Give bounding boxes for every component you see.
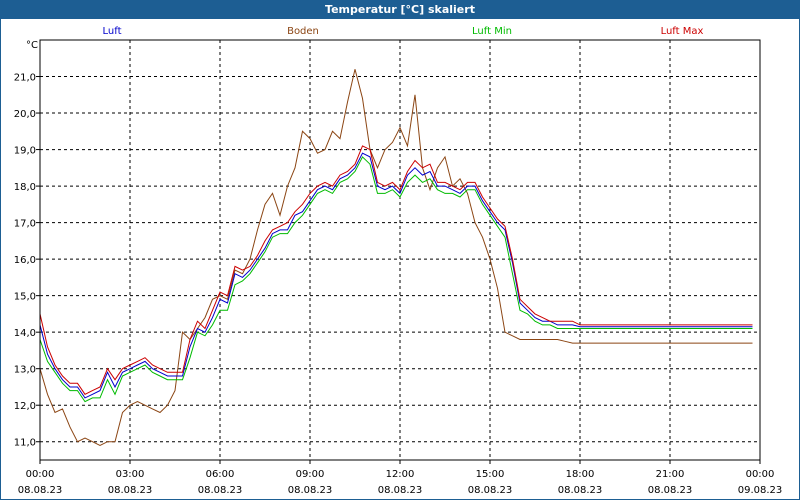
legend-item-luft-min: Luft Min bbox=[472, 26, 512, 37]
x-tick-date: 08.08.23 bbox=[378, 485, 423, 496]
x-tick-date: 08.08.23 bbox=[198, 485, 243, 496]
x-tick-time: 12:00 bbox=[386, 469, 415, 480]
y-axis-ticks: 11,0 12,0 13,0 14,0 15,0 16,0 17,0 18,0 19,0 20,0… bbox=[14, 73, 40, 449]
legend-item-boden: Boden bbox=[287, 26, 319, 37]
y-tick-label: 21,0 bbox=[14, 73, 36, 84]
y-tick-label: 13,0 bbox=[14, 365, 36, 376]
legend-item-luft: Luft bbox=[103, 26, 122, 37]
x-tick-time: 00:00 bbox=[746, 469, 775, 480]
x-tick-time: 15:00 bbox=[476, 469, 505, 480]
legend: Luft Boden Luft Min Luft Max bbox=[103, 26, 704, 37]
x-tick-time: 03:00 bbox=[116, 469, 145, 480]
x-tick-time: 18:00 bbox=[566, 469, 595, 480]
grid-lines bbox=[40, 40, 760, 460]
y-tick-label: 15,0 bbox=[14, 292, 36, 303]
y-tick-label: 17,0 bbox=[14, 219, 36, 230]
y-tick-label: 11,0 bbox=[14, 438, 36, 449]
x-tick-time: 21:00 bbox=[656, 469, 685, 480]
y-tick-label: 12,0 bbox=[14, 401, 36, 412]
y-tick-label: 19,0 bbox=[14, 146, 36, 157]
line-chart: Luft Boden Luft Min Luft Max °C 11,0 12,0 13,… bbox=[14, 26, 783, 496]
y-tick-label: 18,0 bbox=[14, 182, 36, 193]
series-lines bbox=[39, 69, 753, 446]
series-line-luft bbox=[39, 152, 753, 399]
y-axis-unit-label: °C bbox=[26, 40, 38, 51]
series-line-luft-max bbox=[39, 145, 753, 395]
x-tick-date: 09.08.23 bbox=[738, 485, 783, 496]
x-tick-time: 06:00 bbox=[206, 469, 235, 480]
y-tick-label: 20,0 bbox=[14, 109, 36, 120]
legend-item-luft-max: Luft Max bbox=[661, 26, 704, 37]
x-tick-date: 08.08.23 bbox=[18, 485, 63, 496]
x-axis-ticks: 00:00 08.08.23 03:00 08.08.23 06:00 08.08.23 0… bbox=[18, 460, 783, 496]
series-line-luft-min bbox=[39, 156, 753, 403]
y-tick-label: 14,0 bbox=[14, 328, 36, 339]
x-tick-date: 08.08.23 bbox=[558, 485, 603, 496]
x-tick-date: 08.08.23 bbox=[468, 485, 513, 496]
x-tick-time: 00:00 bbox=[26, 469, 55, 480]
series-line-boden bbox=[39, 69, 753, 446]
x-tick-date: 08.08.23 bbox=[648, 485, 693, 496]
x-tick-time: 09:00 bbox=[296, 469, 325, 480]
x-tick-date: 08.08.23 bbox=[108, 485, 153, 496]
x-tick-date: 08.08.23 bbox=[288, 485, 333, 496]
y-tick-label: 16,0 bbox=[14, 255, 36, 266]
